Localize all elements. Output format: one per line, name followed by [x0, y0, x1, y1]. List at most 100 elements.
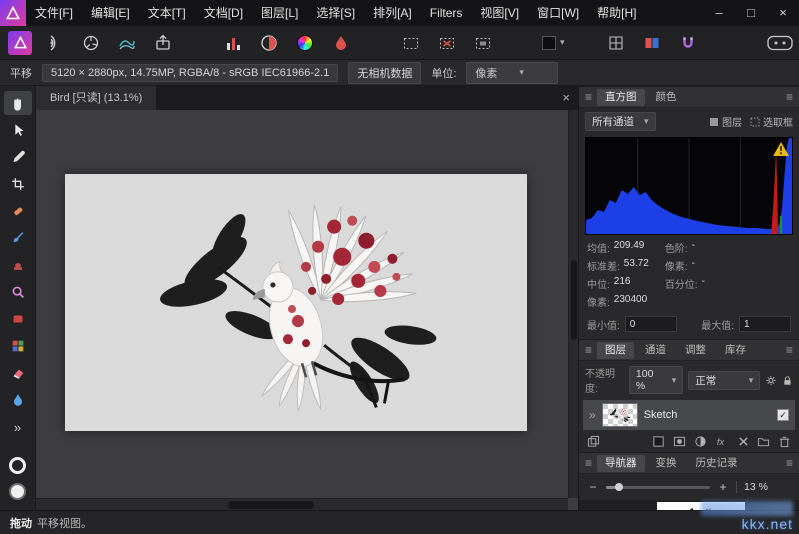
- navigator-thumbnail[interactable]: [657, 502, 745, 510]
- document-tab-bar: Bird [只读] (13.1%) ×: [36, 86, 578, 110]
- menu-edit[interactable]: 编辑[E]: [82, 0, 139, 26]
- panel-menu-icon[interactable]: ≡: [786, 90, 793, 104]
- gear-icon[interactable]: [765, 374, 777, 387]
- duplicate-layer-icon[interactable]: [587, 435, 600, 448]
- more-tools-chevron[interactable]: »: [4, 415, 32, 439]
- pan-tool[interactable]: [4, 91, 32, 115]
- export-persona-icon[interactable]: [150, 30, 176, 56]
- opacity-select[interactable]: 100 % ▾: [629, 366, 683, 394]
- menu-filters[interactable]: Filters: [421, 0, 472, 26]
- tab-layers[interactable]: 图层: [597, 342, 634, 359]
- red-eye-tool[interactable]: [4, 307, 32, 331]
- auto-colors-icon[interactable]: [292, 30, 318, 56]
- photo-persona-icon[interactable]: [8, 31, 32, 55]
- crop-tool[interactable]: [4, 172, 32, 196]
- menu-text[interactable]: 文本[T]: [139, 0, 195, 26]
- vertical-scroll-handle[interactable]: [571, 260, 577, 340]
- blur-tool[interactable]: [4, 388, 32, 412]
- auto-contrast-icon[interactable]: [256, 30, 282, 56]
- max-input[interactable]: [739, 316, 791, 332]
- mask-layer-icon[interactable]: [673, 435, 686, 448]
- tab-color[interactable]: 颜色: [648, 89, 685, 106]
- tab-adjustments[interactable]: 调整: [677, 342, 714, 359]
- pixel-grid-icon[interactable]: [603, 30, 629, 56]
- layer-row[interactable]: » Sketch ✓: [583, 400, 795, 430]
- menu-file[interactable]: 文件[F]: [26, 0, 82, 26]
- layer-expand-icon[interactable]: »: [589, 408, 596, 422]
- vertical-scrollbar[interactable]: [568, 110, 578, 498]
- dodge-burn-tool[interactable]: [4, 280, 32, 304]
- tab-channels[interactable]: 通道: [637, 342, 674, 359]
- menu-help[interactable]: 帮助[H]: [588, 0, 645, 26]
- menu-select[interactable]: 选择[S]: [307, 0, 364, 26]
- tone-mapping-persona-icon[interactable]: [114, 30, 140, 56]
- group-layers-icon[interactable]: [757, 435, 770, 448]
- eraser-tool[interactable]: [4, 361, 32, 385]
- zoom-percentage[interactable]: 13 %: [744, 481, 768, 493]
- menu-layers[interactable]: 图层[L]: [252, 0, 307, 26]
- lock-icon[interactable]: [782, 374, 793, 387]
- color-format-icon[interactable]: [639, 30, 665, 56]
- paint-brush-tool[interactable]: [4, 226, 32, 250]
- develop-persona-icon[interactable]: [78, 30, 104, 56]
- snapping-icon[interactable]: [675, 30, 701, 56]
- tab-histogram[interactable]: 直方图: [597, 89, 645, 106]
- zoom-slider-thumb[interactable]: [615, 483, 623, 491]
- view-mode-dropdown[interactable]: ▾: [540, 30, 567, 56]
- zoom-slider[interactable]: [606, 486, 710, 489]
- adjustment-layer-icon[interactable]: [694, 435, 707, 448]
- auto-white-balance-icon[interactable]: [328, 30, 354, 56]
- histogram-marquee-toggle[interactable]: 选取框: [750, 114, 793, 129]
- zoom-in-button[interactable]: +: [717, 480, 729, 494]
- healing-brush-tool[interactable]: [4, 199, 32, 223]
- maximize-button[interactable]: □: [735, 0, 767, 26]
- assistant-icon[interactable]: [763, 30, 797, 56]
- navigator-preview[interactable]: [579, 500, 799, 510]
- menu-window[interactable]: 窗口[W]: [528, 0, 588, 26]
- horizontal-scroll-handle[interactable]: [228, 501, 314, 509]
- close-document-icon[interactable]: ×: [562, 86, 570, 110]
- canvas-viewport[interactable]: [36, 110, 568, 498]
- fx-icon[interactable]: fx: [715, 435, 730, 448]
- panel-collapse-icon[interactable]: ≡: [585, 90, 592, 104]
- selection-subtract-icon[interactable]: [434, 30, 460, 56]
- panel-menu-icon[interactable]: ≡: [786, 456, 793, 470]
- move-tool[interactable]: [4, 118, 32, 142]
- layers-panel-header: ≡ 图层 通道 调整 库存 ≡: [579, 339, 799, 361]
- min-input[interactable]: [625, 316, 677, 332]
- tab-transform[interactable]: 变换: [648, 455, 685, 472]
- fill-color-swatch[interactable]: [9, 483, 26, 500]
- panel-collapse-icon[interactable]: ≡: [585, 343, 592, 357]
- menu-arrange[interactable]: 排列[A]: [364, 0, 421, 26]
- menu-document[interactable]: 文档[D]: [195, 0, 252, 26]
- liquify-persona-icon[interactable]: [42, 30, 68, 56]
- document-tab[interactable]: Bird [只读] (13.1%): [36, 86, 156, 110]
- selection-intersect-icon[interactable]: [470, 30, 496, 56]
- layer-thumbnail[interactable]: [602, 403, 638, 427]
- units-select[interactable]: 像素 ▾: [466, 62, 558, 84]
- live-filter-x-icon[interactable]: [738, 436, 749, 447]
- histogram-layer-toggle[interactable]: 图层: [709, 114, 742, 129]
- minimize-button[interactable]: –: [703, 0, 735, 26]
- close-button[interactable]: ×: [767, 0, 799, 26]
- horizontal-scrollbar[interactable]: [36, 498, 568, 510]
- blend-mode-select[interactable]: 正常 ▾: [688, 371, 760, 390]
- tab-stock[interactable]: 库存: [717, 342, 754, 359]
- menu-view[interactable]: 视图[V]: [471, 0, 528, 26]
- channel-select[interactable]: 所有通道 ▾: [585, 112, 656, 131]
- layer-visibility-checkbox[interactable]: ✓: [777, 409, 789, 421]
- color-picker-tool[interactable]: [4, 145, 32, 169]
- zoom-out-button[interactable]: −: [587, 480, 599, 494]
- tab-navigator[interactable]: 导航器: [597, 455, 645, 472]
- auto-levels-icon[interactable]: [220, 30, 246, 56]
- panel-collapse-icon[interactable]: ≡: [585, 456, 592, 470]
- stroke-color-swatch[interactable]: [9, 457, 26, 474]
- layer-name[interactable]: Sketch: [644, 409, 678, 421]
- mesh-warp-tool[interactable]: [4, 334, 32, 358]
- trash-icon[interactable]: [778, 435, 791, 448]
- tab-history[interactable]: 历史记录: [688, 455, 746, 472]
- selection-new-icon[interactable]: [398, 30, 424, 56]
- fill-layer-icon[interactable]: [652, 435, 665, 448]
- clone-stamp-tool[interactable]: [4, 253, 32, 277]
- panel-menu-icon[interactable]: ≡: [786, 343, 793, 357]
